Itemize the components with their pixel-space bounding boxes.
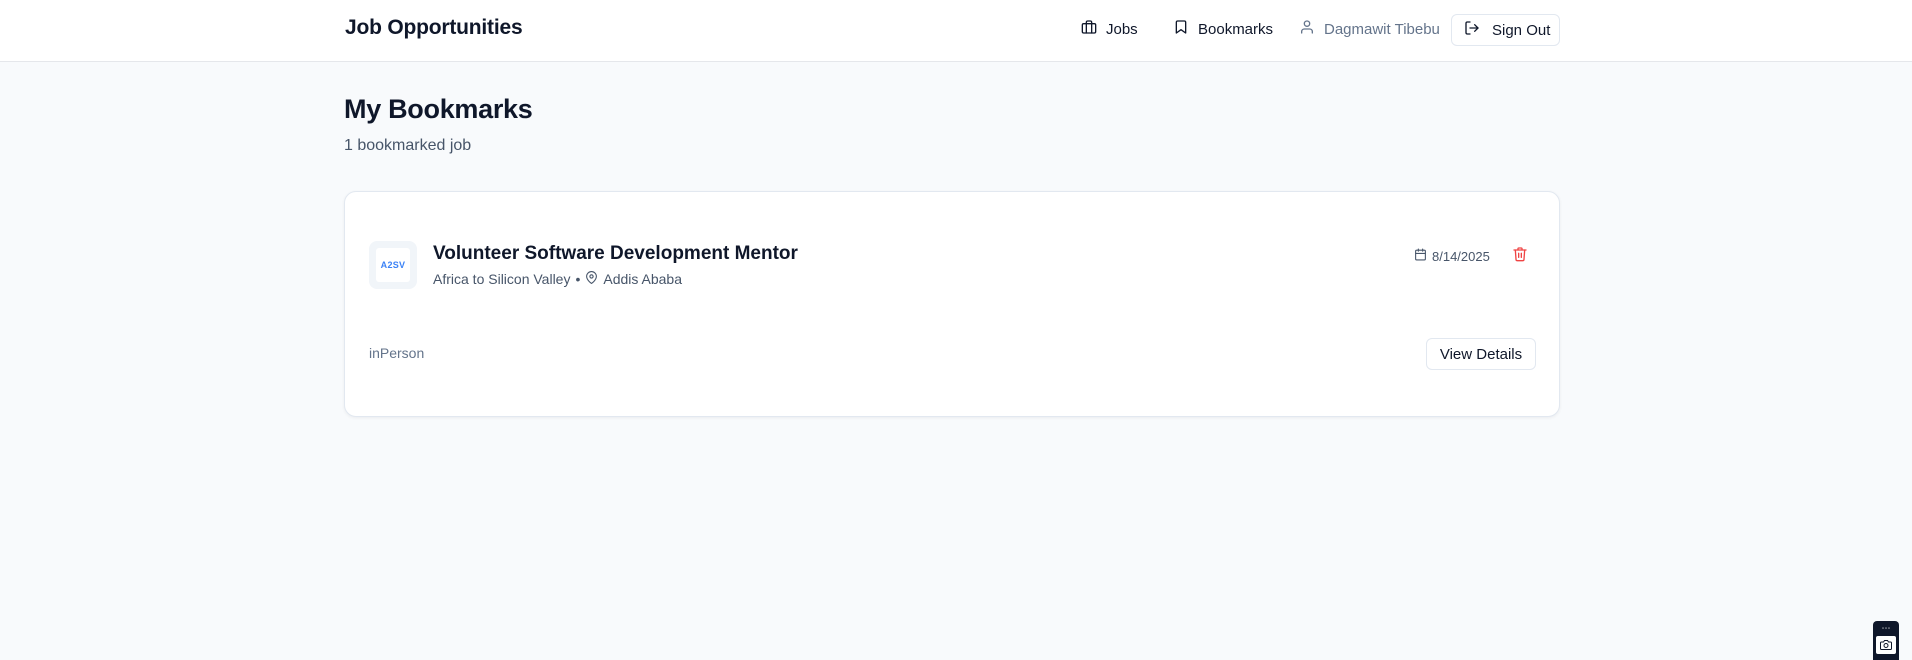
nav-jobs-label: Jobs [1106, 20, 1138, 38]
company-name: Africa to Silicon Valley [433, 271, 571, 287]
job-title[interactable]: Volunteer Software Development Mentor [433, 243, 798, 265]
view-details-button[interactable]: View Details [1426, 338, 1536, 370]
nav-jobs-link[interactable]: Jobs [1081, 19, 1138, 39]
sign-out-label: Sign Out [1492, 21, 1551, 39]
page-title: My Bookmarks [344, 94, 533, 124]
brand-title[interactable]: Job Opportunities [345, 16, 523, 40]
bookmark-date: 8/14/2025 [1414, 248, 1490, 264]
user-name: Dagmawit Tibebu [1324, 20, 1440, 38]
trash-icon [1512, 246, 1528, 267]
meta-separator: • [575, 271, 581, 287]
nav-bookmarks-label: Bookmarks [1198, 20, 1274, 38]
more-icon: ⋯ [1881, 623, 1891, 633]
bookmark-card: A2SV Volunteer Software Development Ment… [344, 191, 1560, 417]
user-menu[interactable]: Dagmawit Tibebu [1299, 19, 1440, 39]
nav-bookmarks-link[interactable]: Bookmarks [1173, 19, 1273, 39]
bookmark-count: 1 bookmarked job [344, 137, 472, 154]
job-location: Addis Ababa [603, 271, 682, 287]
camera-icon [1876, 636, 1896, 654]
sign-out-button[interactable]: Sign Out [1451, 14, 1560, 46]
work-type: inPerson [369, 345, 425, 361]
log-out-icon [1464, 20, 1480, 40]
date-text: 8/14/2025 [1432, 248, 1490, 264]
company-logo-text: A2SV [376, 248, 410, 282]
remove-bookmark-button[interactable] [1510, 246, 1530, 266]
map-pin-icon [585, 271, 598, 287]
user-icon [1299, 19, 1315, 39]
company-logo: A2SV [369, 241, 417, 289]
briefcase-icon [1081, 19, 1097, 39]
calendar-icon [1414, 248, 1427, 264]
bookmark-icon [1173, 19, 1189, 39]
job-meta: Africa to Silicon Valley • Addis Ababa [433, 271, 682, 287]
screenshot-widget[interactable]: ⋯ [1873, 621, 1899, 660]
top-navbar: Job Opportunities Jobs Bookmarks Dagmawi… [0, 0, 1912, 62]
